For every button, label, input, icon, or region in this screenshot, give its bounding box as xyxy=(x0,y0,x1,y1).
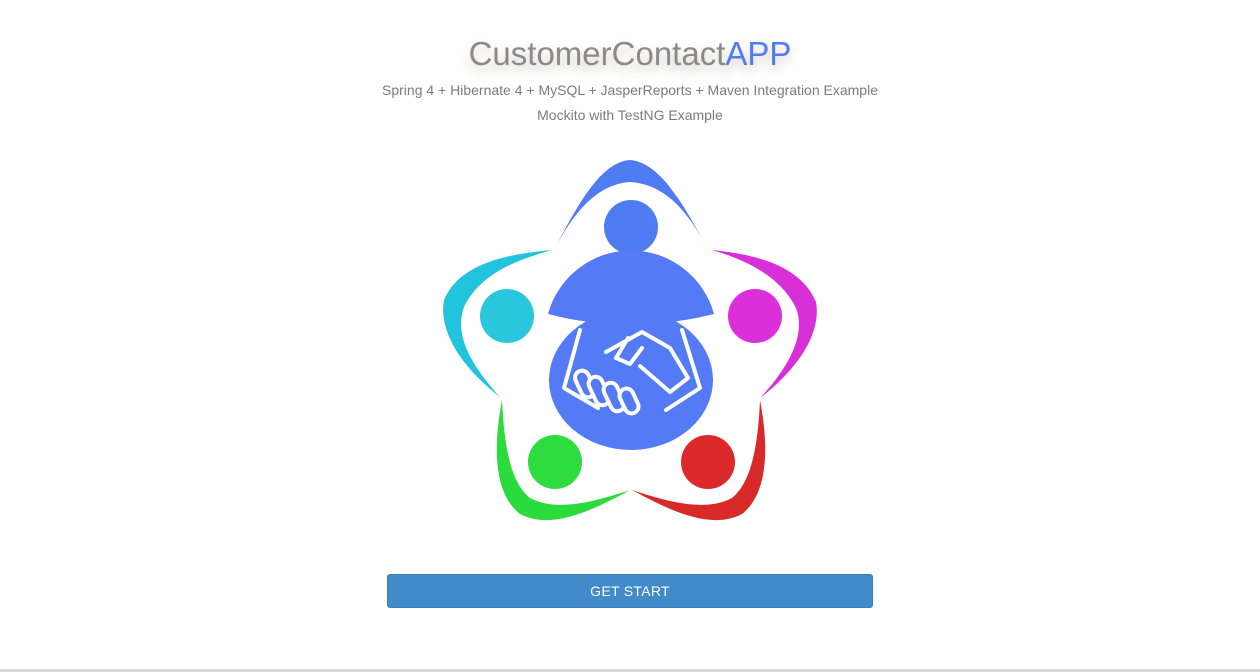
logo-head-top xyxy=(604,200,658,254)
logo-head-bottom-right xyxy=(681,435,735,489)
app-title: CustomerContactAPP xyxy=(0,32,1260,76)
get-start-button[interactable]: GET START xyxy=(387,574,873,608)
app-title-accent: APP xyxy=(725,35,792,72)
logo-head-right xyxy=(728,289,782,343)
app-title-main: CustomerContact xyxy=(468,35,726,72)
subtitle-stack: Spring 4 + Hibernate 4 + MySQL + JasperR… xyxy=(382,82,878,98)
page-header: CustomerContactAPP Spring 4 + Hibernate … xyxy=(0,32,1260,128)
logo-head-left xyxy=(480,289,534,343)
team-handshake-logo-icon xyxy=(430,152,830,532)
logo-head-bottom-left xyxy=(528,435,582,489)
landing-page: CustomerContactAPP Spring 4 + Hibernate … xyxy=(0,0,1260,672)
subtitle-testing: Mockito with TestNG Example xyxy=(537,107,723,123)
